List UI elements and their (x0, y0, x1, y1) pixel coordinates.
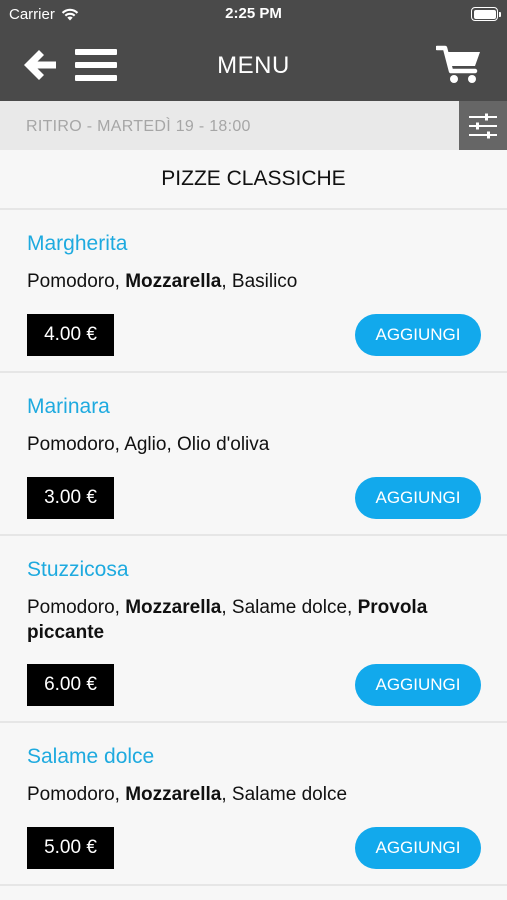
menu-item: Marinara Pomodoro, Aglio, Olio d'oliva 3… (0, 373, 507, 536)
sliders-icon (469, 113, 497, 138)
price-tag: 3.00 € (27, 477, 114, 519)
ingredient: Pomodoro (27, 434, 115, 455)
menu-item: Salame dolce Pomodoro, Mozzarella, Salam… (0, 723, 507, 886)
menu-item: Stuzzicosa Pomodoro, Mozzarella, Salame … (0, 536, 507, 723)
ingredient: Aglio (124, 434, 167, 455)
cart-icon (436, 45, 480, 83)
price-tag: 6.00 € (27, 664, 114, 706)
filter-button[interactable] (459, 101, 507, 150)
price-tag: 4.00 € (27, 314, 114, 356)
cart-button[interactable] (433, 28, 485, 101)
item-name: Margherita (27, 232, 128, 255)
status-bar: Carrier 2:25 PM (0, 0, 507, 28)
menu-item: Margherita Pomodoro, Mozzarella, Basilic… (0, 210, 507, 373)
pickup-time-label: RITIRO - MARTEDÌ 19 - 18:00 (26, 118, 251, 135)
ingredient: Pomodoro (27, 271, 115, 292)
item-name: Salame dolce (27, 745, 155, 768)
ingredient: Mozzarella (125, 271, 222, 292)
add-button[interactable]: AGGIUNGI (355, 314, 481, 356)
item-ingredients: Pomodoro, Mozzarella, Salame dolce (27, 784, 348, 805)
add-button[interactable]: AGGIUNGI (355, 827, 481, 869)
menu-item-list: Margherita Pomodoro, Mozzarella, Basilic… (0, 210, 507, 886)
item-name: Stuzzicosa (27, 558, 129, 581)
pickup-info-bar: RITIRO - MARTEDÌ 19 - 18:00 (0, 101, 507, 150)
item-name: Marinara (27, 395, 110, 418)
ingredient: Basilico (231, 271, 298, 292)
item-ingredients: Pomodoro, Mozzarella, Basilico (27, 271, 298, 292)
ingredient: Salame dolce (231, 784, 348, 805)
top-navbar: MENU (0, 28, 507, 101)
section-title: PIZZE CLASSICHE (0, 150, 507, 210)
ingredient: Pomodoro (27, 597, 115, 618)
ingredient: Mozzarella (125, 597, 222, 618)
add-button[interactable]: AGGIUNGI (355, 664, 481, 706)
item-ingredients: Pomodoro, Mozzarella, Salame dolce, Prov… (27, 597, 428, 643)
ingredient: Olio d'oliva (177, 434, 270, 455)
item-ingredients: Pomodoro, Aglio, Olio d'oliva (27, 434, 270, 455)
ingredient: Mozzarella (125, 784, 222, 805)
ingredient: Pomodoro (27, 784, 115, 805)
battery-icon (471, 7, 501, 21)
ingredient: Salame dolce (231, 597, 348, 618)
add-button[interactable]: AGGIUNGI (355, 477, 481, 519)
status-time: 2:25 PM (225, 5, 282, 22)
price-tag: 5.00 € (27, 827, 114, 869)
page-title: MENU (217, 52, 290, 79)
